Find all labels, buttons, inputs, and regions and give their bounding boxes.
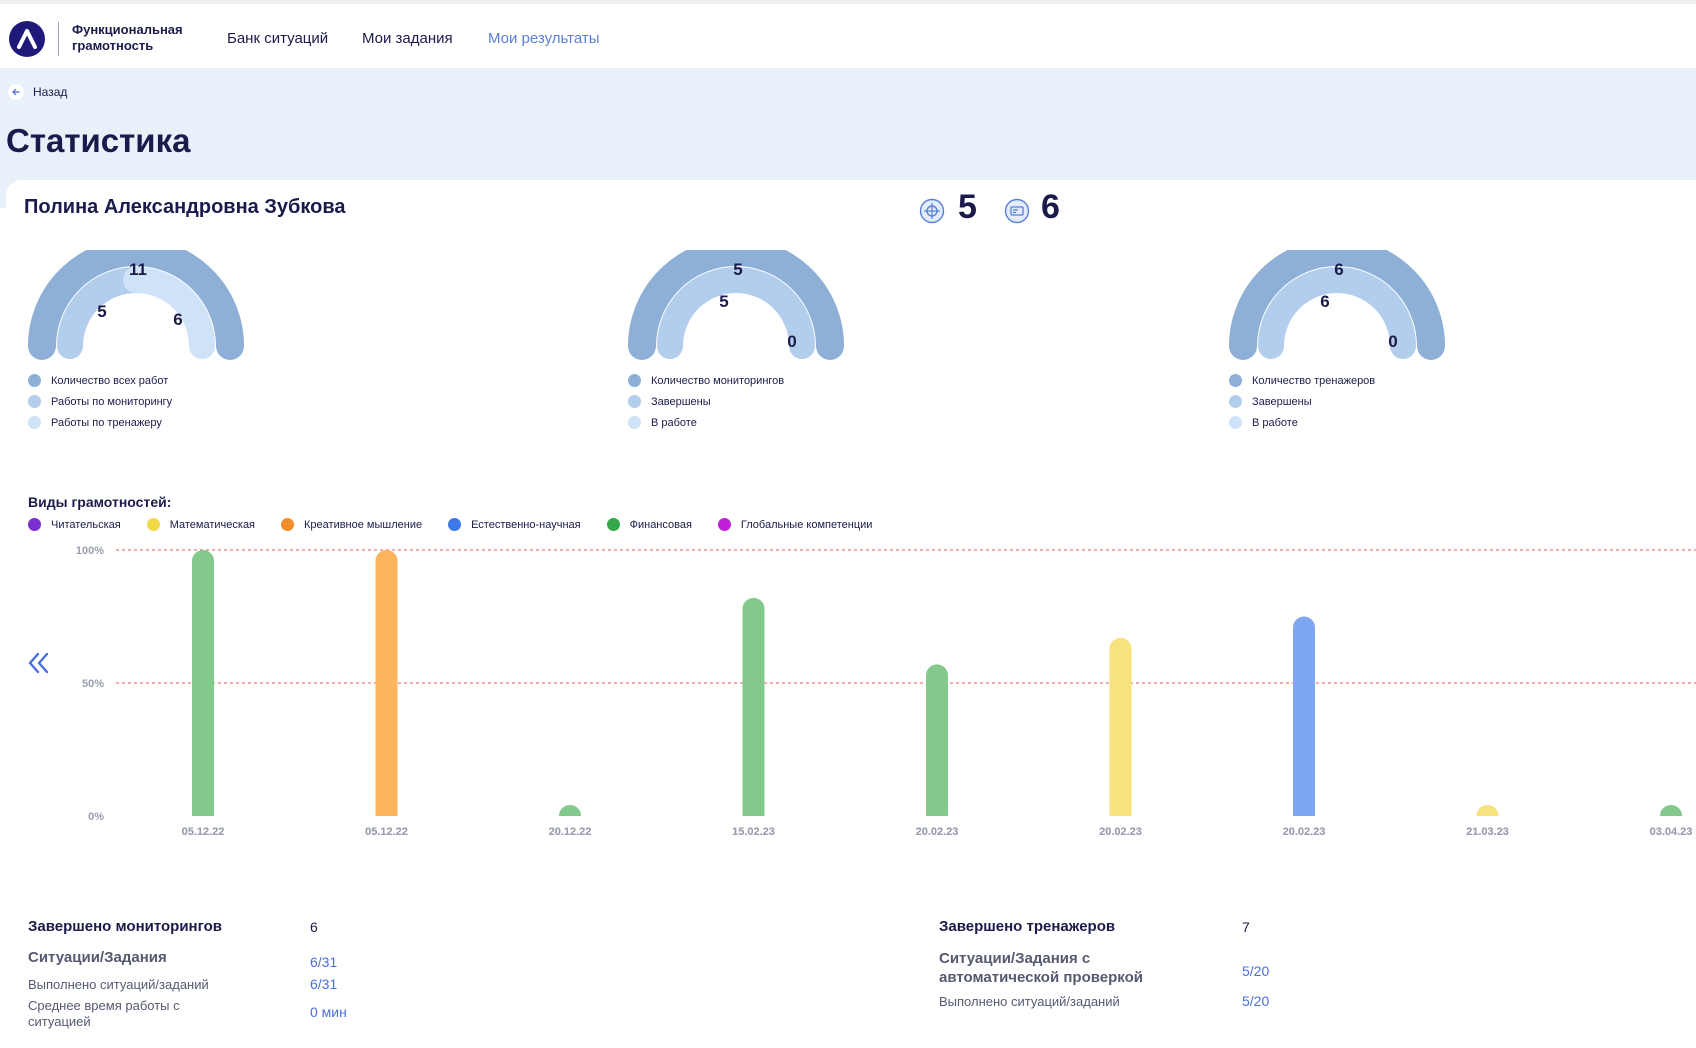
- completed-monitorings-label: Завершено мониторингов: [28, 918, 223, 935]
- legend-item: Работы по мониторингу: [28, 391, 172, 412]
- arrow-left-icon: [8, 84, 24, 100]
- literacy-type-reading[interactable]: Читательская: [28, 518, 121, 531]
- literacy-type-global[interactable]: Глобальные компетенции: [717, 518, 872, 531]
- x-tick-label: 15.02.23: [732, 826, 775, 838]
- x-tick-label: 05.12.22: [365, 826, 408, 838]
- situations-tasks-label: Ситуации/Задания: [28, 949, 167, 966]
- legend-item: В работе: [628, 412, 784, 433]
- auto-check-situations-value: 5/20: [1242, 963, 1270, 979]
- literacy-type-financial[interactable]: Финансовая: [606, 518, 692, 531]
- gauge-completed-arc: [657, 267, 815, 359]
- stats-trainers: Завершено тренажеров 7 Ситуации/Задания …: [939, 918, 1539, 1048]
- top-navigation-bar: Функциональная грамотность Банк ситуаций…: [0, 0, 1696, 68]
- legend-item: Количество мониторингов: [628, 370, 784, 391]
- x-tick-label: 21.03.23: [1466, 826, 1509, 838]
- legend-item: В работе: [1229, 412, 1375, 433]
- gauge-completed-value: 5: [719, 292, 729, 311]
- gauge-monitorings: 5 5 0: [628, 250, 844, 360]
- average-time-label: Среднее время работы с ситуацией: [28, 998, 180, 1029]
- trainer-icon: [1004, 198, 1030, 224]
- trainer-completed-situations-label: Выполнено ситуаций/заданий: [939, 994, 1120, 1009]
- student-name: Полина Александровна Зубкова: [24, 196, 346, 218]
- completed-situations-label: Выполнено ситуаций/заданий: [28, 977, 209, 992]
- chart-bar: [375, 550, 398, 826]
- legend-item: Работы по тренажеру: [28, 412, 172, 433]
- completed-monitorings-value: 6: [310, 919, 318, 935]
- gauge-legend-all: Количество всех работ Работы по монитори…: [28, 370, 172, 433]
- stats-monitorings: Завершено мониторингов 6 Ситуации/Задани…: [28, 918, 628, 1048]
- gauge-all-works: 11 5 6: [28, 250, 244, 360]
- gauge-trainers: 6 6 0: [1229, 250, 1445, 360]
- logo-divider: [58, 22, 59, 56]
- trainer-count: 6: [1041, 188, 1060, 226]
- chart-bar: [192, 550, 214, 826]
- completed-trainers-value: 7: [1242, 919, 1250, 935]
- x-tick-label: 03.04.23: [1650, 826, 1693, 838]
- back-label: Назад: [33, 85, 68, 99]
- gauge-legend-trainers: Количество тренажеров Завершены В работе: [1229, 370, 1375, 433]
- gauge-total-value: 5: [733, 260, 743, 279]
- results-bar-chart: 0% 50% 100% 05.12.22 05.12.22 20.12.22 15.02.2…: [76, 545, 1696, 838]
- x-tick-label: 20.02.23: [1283, 826, 1326, 838]
- monitoring-count: 5: [958, 188, 977, 226]
- gauge-legend-monitorings: Количество мониторингов Завершены В рабо…: [628, 370, 784, 433]
- gauge-in-progress-value: 0: [787, 332, 797, 351]
- gauge-completed-value: 6: [1320, 292, 1330, 311]
- legend-item: Завершены: [628, 391, 784, 412]
- logo-icon[interactable]: [8, 20, 46, 58]
- statistics-card: Полина Александровна Зубкова 5 6 11 5 6 …: [6, 180, 1696, 1044]
- chart-bar: [1293, 616, 1315, 826]
- gauge-monitoring-value: 5: [97, 302, 107, 321]
- average-time-value: 0 мин: [310, 1004, 347, 1020]
- literacy-type-creative[interactable]: Креативное мышление: [281, 518, 422, 531]
- gauge-in-progress-value: 0: [1388, 332, 1398, 351]
- x-tick-label: 05.12.22: [182, 826, 225, 838]
- trainer-completed-situations-value: 5/20: [1242, 993, 1270, 1009]
- chevron-double-left-icon[interactable]: [26, 650, 52, 676]
- auto-check-situations-label: Ситуации/Задания с автоматической провер…: [939, 950, 1143, 986]
- x-tick-label: 20.02.23: [916, 826, 959, 838]
- literacy-types-title: Виды грамотностей:: [28, 494, 172, 510]
- chart-bar: [926, 664, 948, 826]
- literacy-types-legend: Читательская Математическая Креативное м…: [28, 518, 898, 531]
- literacy-type-math[interactable]: Математическая: [146, 518, 255, 531]
- literacy-type-science[interactable]: Естественно-научная: [448, 518, 581, 531]
- nav-my-results[interactable]: Мои результаты: [488, 30, 600, 47]
- y-tick-label: 50%: [82, 678, 104, 690]
- gauge-total-value: 11: [129, 260, 147, 279]
- back-link[interactable]: Назад: [8, 82, 67, 102]
- completed-trainers-label: Завершено тренажеров: [939, 918, 1116, 935]
- chart-bar: [1109, 637, 1132, 826]
- chart-baseline-mask: [116, 816, 1696, 826]
- page-title: Статистика: [6, 122, 191, 159]
- brand-name[interactable]: Функциональная грамотность: [72, 22, 212, 54]
- nav-situation-bank[interactable]: Банк ситуаций: [227, 30, 328, 47]
- x-tick-label: 20.02.23: [1099, 826, 1142, 838]
- results-chart: 0% 50% 100% 05.12.22 05.12.22 20.12.22 15.02.2…: [6, 540, 1696, 840]
- gauge-trainer-value: 6: [173, 310, 183, 329]
- x-tick-label: 20.12.22: [549, 826, 592, 838]
- chart-bar: [742, 597, 765, 826]
- legend-item: Завершены: [1229, 391, 1375, 412]
- gauge-completed-arc: [1258, 267, 1416, 359]
- legend-item: Количество тренажеров: [1229, 370, 1375, 391]
- y-tick-label: 100%: [76, 545, 104, 557]
- gauge-trainer-arc: [123, 267, 215, 359]
- gauge-total-value: 6: [1334, 260, 1344, 279]
- nav-my-tasks[interactable]: Мои задания: [362, 30, 453, 47]
- legend-item: Количество всех работ: [28, 370, 172, 391]
- target-icon: [919, 198, 945, 224]
- situations-tasks-value: 6/31: [310, 954, 338, 970]
- y-tick-label: 0%: [88, 811, 104, 823]
- completed-situations-value: 6/31: [310, 976, 338, 992]
